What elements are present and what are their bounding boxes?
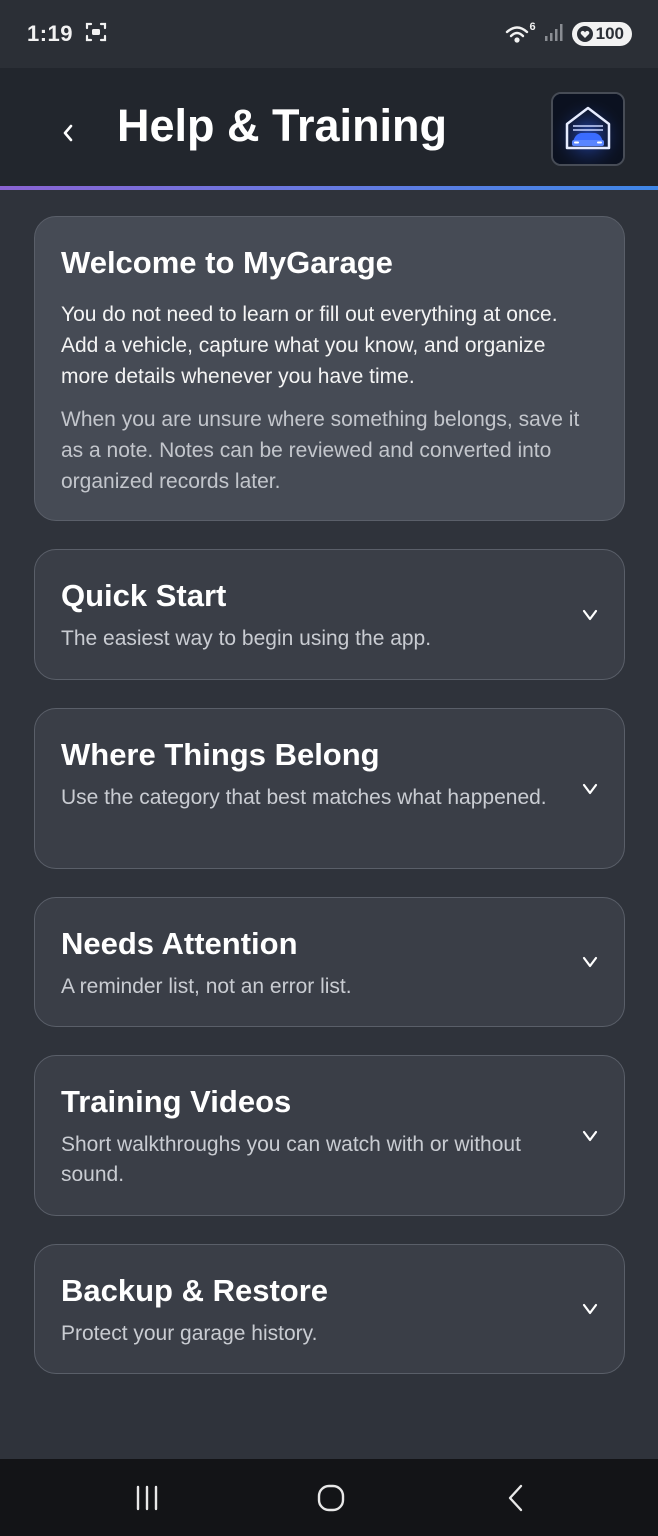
chevron-left-icon	[63, 124, 73, 142]
wifi-icon: 6	[505, 21, 536, 44]
recent-apps-icon	[136, 1485, 158, 1511]
chevron-down-icon	[582, 609, 598, 620]
section-title: Backup & Restore	[61, 1273, 329, 1308]
section-title: Training Videos	[61, 1084, 292, 1119]
signal-icon	[544, 22, 564, 47]
status-bar: 1:19 6 100	[0, 0, 658, 68]
chevron-down-icon	[582, 783, 598, 794]
chevron-down-icon	[582, 1130, 598, 1141]
chevron-down-icon	[582, 1303, 598, 1315]
recent-apps-button[interactable]	[127, 1481, 167, 1515]
page-title: Help & Training	[117, 100, 448, 151]
system-back-button[interactable]	[496, 1481, 536, 1515]
welcome-body: You do not need to learn or fill out eve…	[61, 303, 558, 388]
battery-indicator: 100	[571, 22, 632, 46]
help-content: Welcome to MyGarage You do not need to l…	[34, 216, 625, 1374]
section-where-things-belong[interactable]: Where Things Belong Use the category tha…	[34, 708, 625, 869]
home-icon	[317, 1484, 345, 1512]
home-button[interactable]	[311, 1481, 351, 1515]
section-needs-attention[interactable]: Needs Attention A reminder list, not an …	[34, 897, 625, 1027]
section-title: Where Things Belong	[61, 737, 380, 772]
chevron-down-icon	[582, 956, 598, 968]
header-accent-line	[0, 186, 658, 190]
section-subtitle: A reminder list, not an error list.	[61, 975, 352, 998]
screen-record-icon	[85, 21, 107, 48]
section-title: Needs Attention	[61, 926, 298, 961]
section-backup-restore[interactable]: Backup & Restore Protect your garage his…	[34, 1244, 625, 1374]
welcome-card: Welcome to MyGarage You do not need to l…	[34, 216, 625, 521]
section-subtitle: Use the category that best matches what …	[61, 786, 547, 809]
section-subtitle: Short walkthroughs you can watch with or…	[61, 1133, 521, 1186]
garage-car-icon	[553, 94, 623, 164]
welcome-note: When you are unsure where something belo…	[61, 408, 580, 493]
battery-level: 100	[595, 24, 624, 43]
section-quick-start[interactable]: Quick Start The easiest way to begin usi…	[34, 549, 625, 680]
app-logo[interactable]	[551, 92, 625, 166]
back-arrow-icon	[508, 1484, 523, 1512]
welcome-title: Welcome to MyGarage	[61, 245, 393, 280]
wifi-standard-label: 6	[529, 21, 536, 33]
section-subtitle: Protect your garage history.	[61, 1322, 318, 1345]
section-title: Quick Start	[61, 578, 227, 613]
status-time: 1:19	[27, 21, 74, 46]
battery-shield-icon	[576, 26, 593, 42]
system-nav-bar	[0, 1459, 658, 1536]
section-subtitle: The easiest way to begin using the app.	[61, 627, 432, 650]
section-training-videos[interactable]: Training Videos Short walkthroughs you c…	[34, 1055, 625, 1216]
back-button[interactable]	[48, 110, 88, 156]
